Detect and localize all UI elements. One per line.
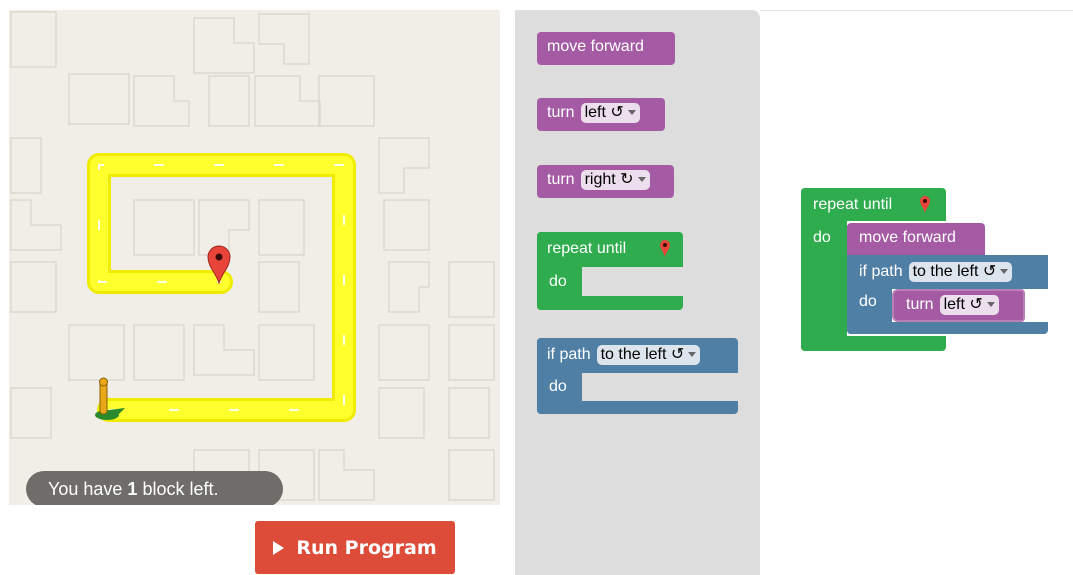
- do-label: do: [859, 293, 877, 310]
- chevron-down-icon: [986, 302, 995, 308]
- toolbox-turn-right-block[interactable]: turn right ↻: [537, 165, 674, 198]
- play-icon: [273, 540, 285, 555]
- toolbox-repeat-until-block[interactable]: repeat until do: [537, 232, 683, 310]
- do-label: do: [549, 273, 567, 290]
- dropdown-value: to the left ↺: [912, 263, 997, 280]
- maze-board: You have 1 block left.: [9, 10, 500, 505]
- do-label: do: [813, 229, 831, 246]
- map-pin-icon: [660, 240, 670, 257]
- blocks-left-message: You have 1 block left.: [26, 471, 283, 505]
- block-toolbox: move forward turn left ↺ turn right ↻ repe…: [515, 10, 760, 575]
- chevron-down-icon: [627, 110, 636, 116]
- block-label: move forward: [547, 38, 644, 55]
- block-label: repeat until: [813, 196, 893, 213]
- workspace-move-forward-block[interactable]: move forward: [847, 223, 985, 256]
- chevron-down-icon: [637, 177, 646, 183]
- blocks-left-count: 1: [127, 479, 138, 499]
- message-prefix: You have: [48, 479, 128, 499]
- workspace-turn-left-block[interactable]: turn left ↺: [892, 289, 1025, 322]
- message-suffix: block left.: [137, 479, 219, 499]
- run-program-button[interactable]: Run Program: [255, 521, 455, 574]
- workspace-repeat-until-block[interactable]: repeat until do move forward if path to t…: [801, 188, 1048, 351]
- block-label: turn: [547, 171, 575, 188]
- run-program-label: Run Program: [296, 536, 437, 559]
- map-pin-icon: [920, 196, 930, 213]
- block-label: if path: [547, 346, 591, 363]
- block-label: repeat until: [547, 240, 627, 257]
- direction-dropdown[interactable]: left ↺: [939, 295, 999, 315]
- dropdown-value: to the left ↺: [600, 346, 685, 363]
- chevron-down-icon: [688, 352, 697, 358]
- direction-dropdown[interactable]: right ↻: [580, 170, 650, 190]
- direction-dropdown[interactable]: left ↺: [580, 103, 640, 123]
- maze-map: [10, 11, 495, 501]
- workspace-if-path-block[interactable]: if path to the left ↺ do turn left ↺: [847, 255, 1048, 334]
- path-direction-dropdown[interactable]: to the left ↺: [596, 345, 701, 365]
- chevron-down-icon: [1000, 269, 1009, 275]
- toolbox-if-path-block[interactable]: if path to the left ↺ do: [537, 338, 738, 414]
- block-label: turn: [906, 296, 934, 313]
- do-label: do: [549, 378, 567, 395]
- block-label: if path: [859, 263, 903, 280]
- path-direction-dropdown[interactable]: to the left ↺: [908, 262, 1013, 282]
- block-label: turn: [547, 104, 575, 121]
- dropdown-value: left ↺: [943, 296, 983, 313]
- block-label: move forward: [859, 229, 956, 246]
- dropdown-value: left ↺: [584, 104, 624, 121]
- dropdown-value: right ↻: [584, 171, 634, 188]
- toolbox-turn-left-block[interactable]: turn left ↺: [537, 98, 665, 131]
- workspace-top-border: [760, 10, 1073, 11]
- toolbox-move-forward-block[interactable]: move forward: [537, 32, 675, 65]
